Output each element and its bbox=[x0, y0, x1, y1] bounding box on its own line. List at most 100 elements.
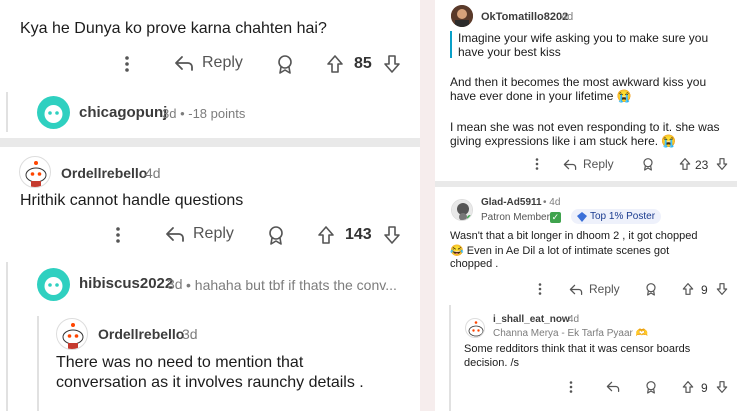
vote-count: 9 bbox=[701, 381, 708, 395]
award-icon bbox=[278, 55, 292, 74]
upvote-button[interactable] bbox=[326, 54, 344, 74]
panel-gutter bbox=[420, 0, 435, 411]
reply-arrow-icon bbox=[175, 56, 193, 71]
avatar[interactable] bbox=[37, 96, 70, 129]
avatar[interactable] bbox=[56, 318, 88, 350]
comment-time: 3d bbox=[182, 326, 198, 342]
downvote-button[interactable] bbox=[383, 225, 401, 245]
more-options-button[interactable] bbox=[535, 282, 545, 296]
reply-button[interactable]: Reply bbox=[569, 282, 620, 296]
award-button[interactable] bbox=[276, 54, 294, 74]
comment-body-line: And then it becomes the most awkward kis… bbox=[450, 75, 707, 89]
reply-button[interactable]: Reply bbox=[165, 225, 234, 243]
more-vertical-icon bbox=[569, 381, 573, 393]
upvote-button[interactable] bbox=[682, 282, 694, 296]
snoo-avatar-icon bbox=[62, 323, 84, 349]
snoo-avatar-icon bbox=[25, 161, 47, 187]
quote-line: Imagine your wife asking you to make sur… bbox=[458, 31, 709, 45]
comment-body-line: conversation as it involves raunchy deta… bbox=[56, 374, 364, 391]
username[interactable]: Ordellrebello bbox=[61, 165, 147, 181]
award-button[interactable] bbox=[645, 380, 657, 394]
reply-button[interactable]: Reply bbox=[174, 54, 243, 72]
upvote-icon bbox=[682, 381, 694, 393]
thread-line bbox=[449, 305, 451, 411]
comment-body-line: There was no need to mention that bbox=[56, 354, 304, 371]
award-button[interactable] bbox=[267, 225, 285, 245]
avatar[interactable] bbox=[465, 318, 485, 338]
upvote-button[interactable] bbox=[682, 380, 694, 394]
more-vertical-icon bbox=[535, 158, 539, 170]
more-vertical-icon bbox=[125, 56, 129, 72]
thread-line bbox=[37, 316, 39, 411]
avatar[interactable] bbox=[451, 199, 473, 221]
user-flair: Patron Member ✓ bbox=[481, 212, 561, 223]
avatar[interactable] bbox=[19, 156, 51, 188]
avatar[interactable] bbox=[37, 268, 70, 301]
quote-line: have your best kiss bbox=[458, 45, 561, 59]
upvote-icon bbox=[318, 226, 334, 244]
comment-time: 4d bbox=[568, 314, 580, 325]
username[interactable]: OkTomatillo8202 bbox=[481, 11, 568, 23]
more-options-button[interactable] bbox=[120, 54, 134, 74]
more-vertical-icon bbox=[538, 283, 542, 295]
downvote-icon bbox=[384, 55, 400, 73]
reply-arrow-icon bbox=[563, 159, 577, 170]
reply-arrow-icon bbox=[166, 227, 184, 242]
upvote-icon bbox=[327, 55, 343, 73]
more-options-button[interactable] bbox=[566, 380, 576, 394]
avatar[interactable] bbox=[451, 5, 473, 27]
user-flair: Channa Merya - Ek Tarfa Pyaar 🫶 bbox=[493, 328, 649, 339]
comment-body-line: Some redditors think that it was censor … bbox=[464, 343, 691, 355]
downvote-button[interactable] bbox=[383, 54, 401, 74]
comment-body-line: 😂 Even in Ae Dil a lot of intimate scene… bbox=[450, 245, 670, 257]
snoo-avatar-icon bbox=[452, 200, 472, 220]
upvote-icon bbox=[682, 283, 694, 295]
reply-label: Reply bbox=[589, 282, 620, 296]
reply-button[interactable]: Reply bbox=[563, 157, 614, 171]
comment-time: 4d bbox=[145, 165, 161, 181]
collapsed-preview[interactable]: • hahaha but tbf if thats the conv... bbox=[186, 277, 408, 293]
comment-time: • 4d bbox=[543, 197, 561, 208]
vote-count: 9 bbox=[701, 283, 708, 297]
award-icon bbox=[269, 226, 283, 245]
comment-body: Kya he Dunya ko prove karna chahten hai? bbox=[20, 20, 327, 37]
comment-body-line: I mean she was not even responding to it… bbox=[450, 120, 720, 134]
downvote-button[interactable] bbox=[716, 157, 728, 171]
username[interactable]: chicagopunj bbox=[79, 104, 167, 121]
snoo-avatar-icon bbox=[44, 277, 63, 295]
upvote-icon bbox=[679, 158, 691, 170]
comment-time: 4d bbox=[561, 11, 574, 23]
snoo-avatar-icon bbox=[44, 105, 63, 123]
downvote-button[interactable] bbox=[716, 380, 728, 394]
comment-body-line: chopped . bbox=[450, 258, 499, 270]
snoo-avatar-icon bbox=[468, 321, 484, 337]
comment-separator bbox=[0, 138, 420, 147]
award-icon bbox=[643, 158, 653, 171]
reply-label: Reply bbox=[193, 225, 234, 242]
comment-time: 3d bbox=[167, 276, 183, 292]
reply-arrow-icon bbox=[569, 284, 583, 295]
username[interactable]: Glad-Ad5911 bbox=[481, 197, 542, 208]
downvote-button[interactable] bbox=[716, 282, 728, 296]
diamond-icon bbox=[577, 211, 587, 222]
more-options-button[interactable] bbox=[111, 225, 125, 245]
username[interactable]: i_shall_eat_now bbox=[493, 314, 570, 325]
comment-body-line: decision. /s bbox=[464, 357, 520, 369]
comment-separator bbox=[435, 181, 737, 187]
upvote-button[interactable] bbox=[317, 225, 335, 245]
verified-check-icon: ✓ bbox=[549, 212, 561, 223]
username[interactable]: hibiscus2022 bbox=[79, 275, 173, 292]
reply-arrow-icon bbox=[606, 381, 620, 393]
reply-label: Reply bbox=[583, 157, 614, 171]
downvote-icon bbox=[716, 158, 728, 170]
upvote-button[interactable] bbox=[679, 157, 691, 171]
thread-line bbox=[6, 92, 8, 132]
thread-line bbox=[6, 262, 8, 411]
award-button[interactable] bbox=[645, 282, 657, 296]
username[interactable]: Ordellrebello bbox=[98, 326, 184, 342]
award-icon bbox=[646, 283, 656, 296]
more-options-button[interactable] bbox=[532, 157, 542, 171]
award-button[interactable] bbox=[642, 157, 654, 171]
reply-button[interactable] bbox=[606, 380, 620, 393]
award-icon bbox=[646, 381, 656, 394]
